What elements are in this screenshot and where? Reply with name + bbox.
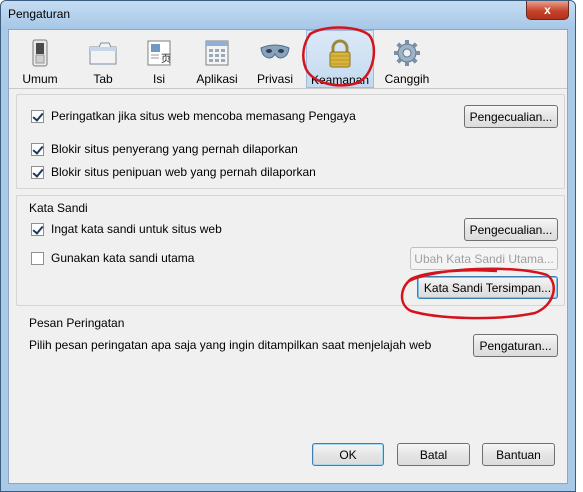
passwords-exceptions-button[interactable]: Pengecualian... bbox=[464, 218, 558, 241]
block-attack-label: Blokir situs penyerang yang pernah dilap… bbox=[51, 142, 298, 156]
warn-addons-checkbox[interactable] bbox=[31, 109, 44, 123]
tabs-icon bbox=[89, 42, 117, 65]
switch-icon bbox=[32, 39, 48, 67]
warnings-group-title: Pesan Peringatan bbox=[29, 316, 125, 330]
gear-icon bbox=[394, 40, 420, 66]
tab-keamanan[interactable]: Keamanan bbox=[306, 30, 374, 88]
title-bar[interactable]: Pengaturan x bbox=[1, 1, 575, 29]
warnings-settings-button[interactable]: Pengaturan... bbox=[473, 334, 558, 357]
security-panel: Peringatkan jika situs web mencoba memas… bbox=[16, 94, 565, 404]
tab-label: Isi bbox=[153, 72, 165, 86]
close-icon: x bbox=[544, 3, 551, 17]
tab-label: Keamanan bbox=[310, 73, 370, 87]
block-attack-option[interactable]: Blokir situs penyerang yang pernah dilap… bbox=[31, 142, 298, 156]
category-toolbar: Umum Tab 页 Isi Aplikasi Privasi Keamanan… bbox=[9, 30, 567, 89]
ok-button[interactable]: OK bbox=[312, 443, 384, 466]
close-button[interactable]: x bbox=[526, 1, 569, 20]
window-title: Pengaturan bbox=[8, 7, 71, 21]
tab-isi[interactable]: 页 Isi bbox=[137, 30, 181, 88]
warnings-group: Pesan Peringatan Pilih pesan peringatan … bbox=[16, 312, 565, 394]
tab-label: Umum bbox=[22, 72, 58, 86]
background-strip bbox=[576, 0, 583, 492]
master-password-option[interactable]: Gunakan kata sandi utama bbox=[31, 251, 194, 265]
block-forgery-label: Blokir situs penipuan web yang pernah di… bbox=[51, 165, 316, 179]
master-password-label: Gunakan kata sandi utama bbox=[51, 251, 195, 265]
tab-label: Privasi bbox=[256, 72, 293, 86]
warnings-description: Pilih pesan peringatan apa saja yang ing… bbox=[29, 338, 432, 352]
master-password-checkbox[interactable] bbox=[31, 251, 44, 265]
remember-passwords-checkbox[interactable] bbox=[31, 222, 44, 236]
block-forgery-checkbox[interactable] bbox=[31, 165, 44, 179]
mask-icon bbox=[260, 44, 290, 59]
tab-label: Tab bbox=[93, 72, 113, 86]
dialog-body: Umum Tab 页 Isi Aplikasi Privasi Keamanan… bbox=[8, 29, 568, 484]
tab-label: Canggih bbox=[384, 72, 430, 86]
tab-tab[interactable]: Tab bbox=[81, 30, 125, 88]
svg-text:页: 页 bbox=[161, 53, 171, 65]
content-icon: 页 bbox=[147, 40, 171, 66]
addons-exceptions-button[interactable]: Pengecualian... bbox=[464, 105, 558, 128]
block-attack-checkbox[interactable] bbox=[31, 142, 44, 156]
security-general-group: Peringatkan jika situs web mencoba memas… bbox=[16, 94, 565, 189]
saved-passwords-button[interactable]: Kata Sandi Tersimpan... bbox=[417, 276, 558, 299]
applications-icon bbox=[205, 40, 229, 66]
remember-passwords-option[interactable]: Ingat kata sandi untuk situs web bbox=[31, 222, 222, 236]
cancel-button[interactable]: Batal bbox=[397, 443, 470, 466]
block-forgery-option[interactable]: Blokir situs penipuan web yang pernah di… bbox=[31, 165, 316, 179]
warn-addons-option[interactable]: Peringatkan jika situs web mencoba memas… bbox=[31, 109, 356, 123]
passwords-group: Kata Sandi Ingat kata sandi untuk situs … bbox=[16, 195, 565, 306]
change-master-password-button[interactable]: Ubah Kata Sandi Utama... bbox=[410, 247, 558, 270]
tab-canggih[interactable]: Canggih bbox=[382, 30, 432, 88]
tab-label: Aplikasi bbox=[196, 72, 238, 86]
tab-privasi[interactable]: Privasi bbox=[253, 30, 297, 88]
padlock-icon bbox=[329, 39, 351, 68]
warn-addons-label: Peringatkan jika situs web mencoba memas… bbox=[51, 109, 356, 123]
remember-passwords-label: Ingat kata sandi untuk situs web bbox=[51, 222, 222, 236]
help-button[interactable]: Bantuan bbox=[482, 443, 555, 466]
tab-aplikasi[interactable]: Aplikasi bbox=[193, 30, 241, 88]
passwords-group-title: Kata Sandi bbox=[29, 201, 88, 215]
preferences-window: Pengaturan x Umum Tab 页 Isi Aplikasi Pri… bbox=[0, 0, 576, 492]
tab-umum[interactable]: Umum bbox=[17, 30, 63, 88]
